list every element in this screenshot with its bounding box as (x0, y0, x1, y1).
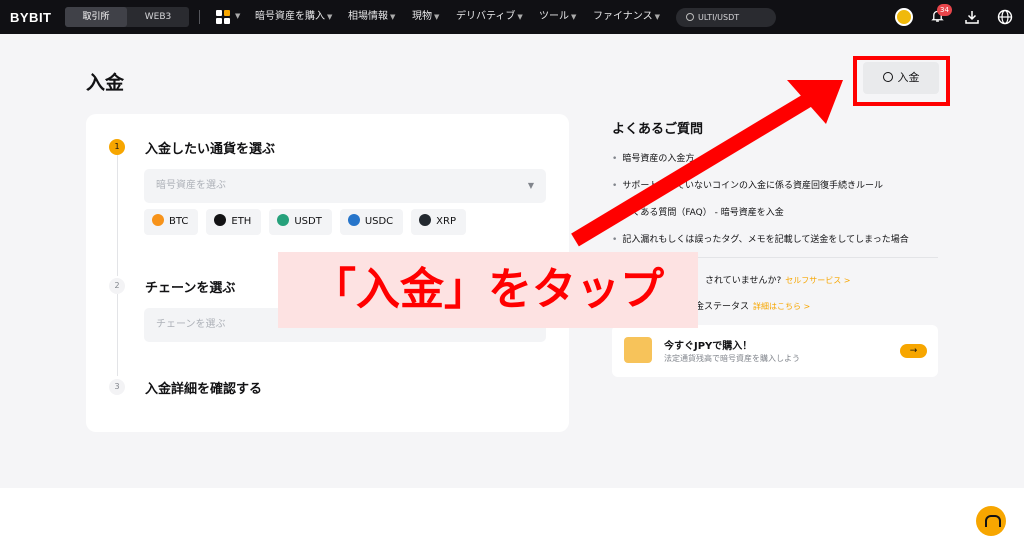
search-icon (686, 13, 694, 21)
deposit-status-link[interactable]: 詳細はこちら > (753, 302, 810, 311)
faq-link[interactable]: サポートされていないコインの入金に係る資産回復手続きルール (612, 179, 909, 206)
faq-title: よくあるご質問 (612, 122, 704, 137)
coin-chip-label: ETH (231, 216, 252, 227)
nav-label: 暗号資産を購入 (255, 11, 325, 22)
notification-badge: 34 (937, 4, 952, 16)
footer-area (0, 488, 1024, 538)
coin-select[interactable]: 暗号資産を選ぶ ▼ (144, 169, 546, 203)
promo-subtitle: 法定通貨残高で暗号資産を購入しよう (664, 354, 800, 363)
buy-jpy-banner[interactable]: 今すぐJPYで購入！ 法定通貨残高で暗号資産を購入しよう → (612, 325, 938, 377)
wallet-illustration-icon (624, 337, 652, 363)
chevron-down-icon: ▼ (654, 13, 660, 21)
logo-text: BYBIT (10, 10, 52, 25)
chevron-down-icon: ▼ (517, 13, 523, 21)
arrow-right-icon[interactable]: → (900, 344, 927, 358)
nav-tools[interactable]: ツール ▼ (539, 0, 576, 34)
support-chat-icon[interactable] (976, 506, 1006, 536)
step-title-2: チェーンを選ぶ (145, 281, 236, 296)
coin-chip-eth[interactable]: ETH (206, 209, 262, 235)
chevron-down-icon: ▼ (527, 181, 534, 190)
avatar[interactable] (895, 8, 913, 26)
chevron-down-icon: ▼ (434, 13, 440, 21)
step-number-1: 1 (109, 139, 125, 155)
tab-exchange[interactable]: 取引所 (65, 7, 127, 27)
nav-label: ファイナンス (593, 11, 653, 22)
page-title: 入金 (86, 72, 125, 94)
top-nav-bar: BYBIT 取引所 WEB3 ▼ 暗号資産を購入 ▼ 相場情報 ▼ 現物 ▼ デリバテ… (0, 0, 1024, 34)
nav-label: デリバティブ (456, 11, 516, 22)
apps-grid-icon[interactable] (216, 10, 230, 24)
popular-coins: BTC ETH USDT USDC XRP (144, 209, 467, 235)
nav-spot[interactable]: 現物 ▼ (412, 0, 439, 34)
bybit-logo[interactable]: BYBIT (10, 10, 52, 25)
faq-link[interactable]: 暗号資産の入金方 (612, 152, 909, 179)
download-icon[interactable] (964, 9, 980, 25)
chevron-down-icon: ▼ (571, 13, 577, 21)
step-title-3: 入金詳細を確認する (145, 382, 263, 397)
coin-chip-btc[interactable]: BTC (144, 209, 199, 235)
faq-link[interactable]: よくある質問（FAQ） - 暗号資産を入金 (612, 206, 909, 233)
search-text: ULTI/USDT (698, 13, 740, 22)
nav-markets[interactable]: 相場情報 ▼ (348, 0, 395, 34)
btc-icon (152, 214, 164, 226)
chevron-down-icon: ▼ (235, 12, 241, 20)
coin-chip-label: USDC (364, 216, 394, 227)
eth-icon (214, 214, 227, 226)
nav-finance[interactable]: ファイナンス ▼ (593, 0, 660, 34)
globe-icon[interactable] (997, 9, 1013, 25)
nav-label: 相場情報 (348, 11, 388, 22)
annotation-callout: 「入金」をタップ (278, 252, 698, 328)
coin-chip-usdc[interactable]: USDC (339, 209, 404, 235)
self-service-line: されていませんか? セルフサービス > (705, 273, 851, 286)
coin-chip-usdt[interactable]: USDT (269, 209, 332, 235)
self-service-link[interactable]: セルフサービス > (785, 276, 850, 285)
chevron-down-icon: ▼ (390, 13, 396, 21)
nav-buy-crypto[interactable]: 暗号資産を購入 ▼ (255, 0, 332, 34)
search-input[interactable]: ULTI/USDT (676, 8, 776, 27)
faq-list: 暗号資産の入金方 サポートされていないコインの入金に係る資産回復手続きルール よ… (612, 152, 909, 260)
chevron-down-icon: ▼ (327, 13, 333, 21)
chain-select-placeholder: チェーンを選ぶ (156, 319, 226, 330)
step-number-2: 2 (109, 278, 125, 294)
help-text: されていませんか? (705, 276, 782, 286)
step-title-1: 入金したい通貨を選ぶ (145, 142, 276, 157)
coin-chip-label: BTC (169, 216, 189, 227)
nav-derivatives[interactable]: デリバティブ ▼ (456, 0, 523, 34)
deposit-status-line: 金ステータス 詳細はこちら > (695, 299, 810, 312)
coin-select-placeholder: 暗号資産を選ぶ (156, 180, 226, 191)
nav-label: 現物 (412, 11, 432, 22)
usdc-icon (347, 214, 360, 226)
usdt-icon (277, 214, 290, 226)
help-text: 金ステータス (695, 302, 750, 312)
promo-title: 今すぐJPYで購入！ (664, 341, 753, 352)
nav-label: ツール (539, 11, 569, 22)
xrp-icon (419, 214, 432, 226)
step-connector (117, 294, 118, 376)
divider (199, 10, 200, 24)
coin-chip-label: USDT (294, 216, 322, 227)
mode-switch: 取引所 WEB3 (65, 7, 189, 27)
coin-chip-label: XRP (436, 216, 457, 227)
coin-chip-xrp[interactable]: XRP (411, 209, 467, 235)
highlight-box (853, 56, 950, 106)
step-connector (117, 155, 118, 276)
step-number-3: 3 (109, 379, 125, 395)
tab-web3[interactable]: WEB3 (127, 7, 189, 27)
